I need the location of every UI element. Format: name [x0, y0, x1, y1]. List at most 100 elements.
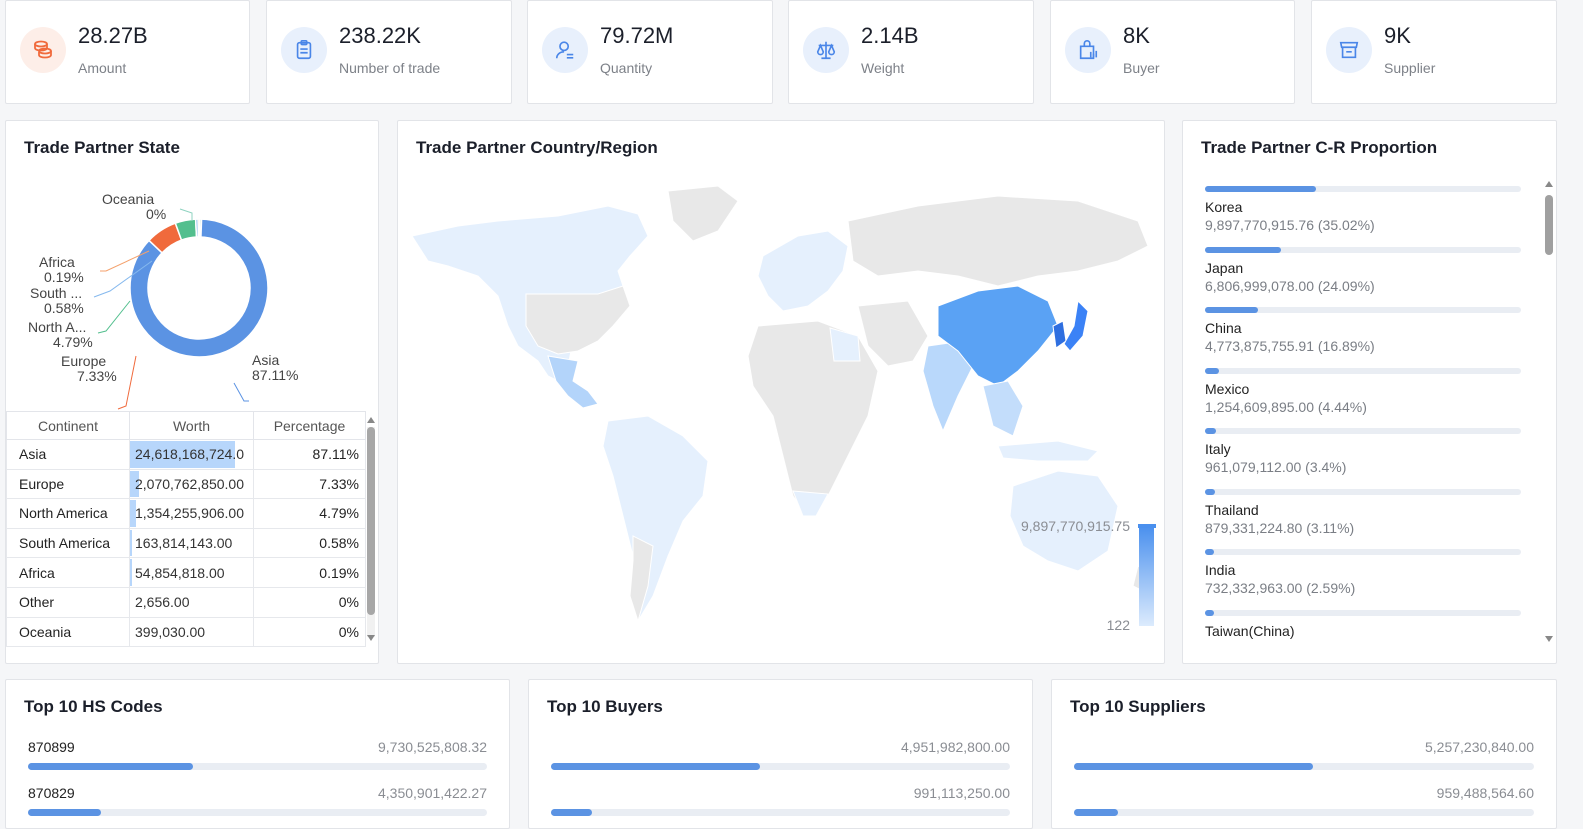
donut-label-africa-pct: 0.19% [44, 269, 84, 285]
region-japan[interactable] [1063, 299, 1089, 352]
cell-continent: North America [6, 498, 130, 529]
stat-card-buyer: 8K Buyer [1050, 0, 1295, 104]
buyer-bar-track [551, 809, 1010, 816]
proportion-item[interactable]: Mexico 1,254,609,895.00 (4.44%) [1205, 367, 1521, 415]
proportion-item[interactable]: Thailand 879,331,224.80 (3.11%) [1205, 488, 1521, 536]
column-header-worth[interactable]: Worth [129, 411, 254, 440]
buyer-bar-fill [551, 763, 760, 770]
proportion-item[interactable]: India 732,332,963.00 (2.59%) [1205, 549, 1521, 596]
proportion-scrollbar[interactable] [1545, 191, 1553, 635]
hs-code-label[interactable]: 870899 [28, 739, 75, 755]
region-greenland[interactable] [667, 185, 739, 242]
cell-continent: South America [6, 527, 130, 559]
region-south-america[interactable] [602, 415, 709, 623]
table-row[interactable]: Europe 2,070,762,850.00 7.33% [6, 468, 366, 500]
hs-code-label[interactable]: 870829 [28, 785, 75, 801]
cell-continent: Africa [6, 557, 130, 588]
buyer-value: 991,113,250.00 [913, 785, 1010, 801]
region-russia[interactable] [847, 195, 1149, 287]
trade-partner-proportion-panel: Trade Partner C-R Proportion Korea 9,897,… [1182, 120, 1557, 664]
cell-worth-text: 2,070,762,850.00 [135, 475, 244, 492]
buyer-bar-fill [551, 809, 593, 816]
proportion-item[interactable]: Japan 6,806,999,078.00 (24.09%) [1205, 246, 1521, 294]
cell-percentage: 4.79% [253, 498, 366, 529]
table-row[interactable]: Africa 54,854,818.00 0.19% [6, 557, 366, 588]
world-map[interactable] [398, 176, 1165, 656]
donut-label-europe-pct: 7.33% [77, 368, 117, 384]
trade-partner-country-panel: Trade Partner Country/Region 9,897,770,9… [397, 120, 1165, 664]
proportion-bar-track [1205, 186, 1521, 192]
proportion-bar-track [1205, 307, 1521, 313]
table-row[interactable]: Asia 24,618,168,724.0 87.11% [6, 439, 366, 470]
supplier-bar-fill [1074, 809, 1118, 816]
buyer-bar-track [551, 763, 1010, 770]
table-row[interactable]: North America 1,354,255,906.00 4.79% [6, 498, 366, 529]
proportion-bar-track [1205, 488, 1521, 495]
cell-worth-text: 24,618,168,724.0 [135, 446, 244, 463]
cell-percentage: 7.33% [253, 468, 366, 500]
proportion-item-value: 961,079,112.00 (3.4%) [1205, 459, 1347, 475]
top-suppliers-panel: Top 10 Suppliers 5,257,230,840.00 959,48… [1051, 679, 1557, 829]
continent-donut-chart: Oceania 0% Africa 0.19% South ... 0.58% … [28, 191, 298, 410]
region-mexico[interactable] [547, 355, 599, 409]
proportion-bar-track [1205, 549, 1521, 555]
table-scrollbar-thumb[interactable] [367, 427, 375, 615]
scale-icon [803, 27, 849, 73]
proportion-item[interactable]: Korea 9,897,770,915.76 (35.02%) [1205, 186, 1521, 233]
region-indonesia[interactable] [997, 440, 1099, 462]
proportion-scrollbar-thumb[interactable] [1545, 195, 1553, 255]
column-header-percentage[interactable]: Percentage [253, 411, 366, 440]
donut-label-south-america: South ... [30, 285, 82, 301]
stat-value: 79.72M [600, 23, 674, 48]
table-row[interactable]: Oceania 399,030.00 0% [6, 616, 366, 648]
hs-code-value: 9,730,525,808.32 [378, 739, 487, 755]
proportion-item[interactable]: Italy 961,079,112.00 (3.4%) [1205, 428, 1521, 475]
cell-worth-text: 1,354,255,906.00 [135, 505, 244, 522]
cell-continent: Other [6, 586, 130, 618]
supplier-value: 959,488,564.60 [1436, 785, 1534, 801]
donut-label-oceania-pct: 0% [146, 206, 166, 222]
region-europe[interactable] [757, 230, 849, 312]
scale-max-label: 9,897,770,915.75 [1021, 518, 1130, 534]
table-row[interactable]: South America 163,814,143.00 0.58% [6, 527, 366, 559]
region-south-africa[interactable] [792, 490, 829, 517]
proportion-bar-track [1205, 246, 1521, 253]
stat-value: 9K [1384, 23, 1411, 48]
cell-worth: 24,618,168,724.0 [129, 439, 254, 470]
proportion-bar-fill [1205, 307, 1259, 313]
proportion-item-name: Mexico [1205, 380, 1250, 397]
stat-card-quantity: 79.72M Quantity [527, 0, 773, 104]
panel-title: Top 10 Suppliers [1070, 697, 1206, 716]
continent-table: Continent Worth Percentage Asia 24,618,16… [6, 411, 366, 648]
proportion-bar-fill [1205, 428, 1216, 434]
worth-bar [130, 559, 133, 586]
column-header-continent[interactable]: Continent [6, 411, 130, 440]
scroll-down-arrow-icon[interactable] [367, 635, 375, 641]
scroll-up-arrow-icon[interactable] [1545, 181, 1553, 187]
scale-min-label: 122 [1106, 617, 1130, 633]
region-southeast-asia[interactable] [982, 380, 1024, 437]
proportion-bar-track [1205, 609, 1521, 616]
proportion-item[interactable]: China 4,773,875,755.91 (16.89%) [1205, 307, 1521, 354]
proportion-item-value: 6,806,999,078.00 (24.09%) [1205, 277, 1375, 294]
table-row[interactable]: Other 2,656.00 0% [6, 586, 366, 618]
donut-slice-oceania[interactable] [198, 218, 203, 238]
cell-percentage: 0% [253, 586, 366, 618]
stat-label: Buyer [1123, 60, 1160, 76]
stat-label: Quantity [600, 60, 653, 76]
region-egypt[interactable] [829, 327, 861, 362]
proportion-item-name: Thailand [1205, 501, 1259, 518]
cell-worth: 399,030.00 [129, 616, 254, 648]
scroll-up-arrow-icon[interactable] [367, 417, 375, 423]
visual-map-scale-bar[interactable] [1139, 526, 1154, 626]
scale-handle-top[interactable] [1138, 524, 1156, 528]
cell-worth-text: 163,814,143.00 [135, 535, 233, 552]
region-usa[interactable] [525, 285, 631, 355]
stat-card-weight: 2.14B Weight [788, 0, 1034, 104]
donut-label-south-america-pct: 0.58% [44, 300, 84, 316]
table-scrollbar[interactable] [367, 427, 375, 637]
proportion-item[interactable]: Taiwan(China) [1205, 609, 1521, 641]
proportion-item-value: 732,332,963.00 (2.59%) [1205, 580, 1356, 596]
scroll-down-arrow-icon[interactable] [1545, 636, 1553, 642]
cell-worth: 1,354,255,906.00 [129, 498, 254, 529]
